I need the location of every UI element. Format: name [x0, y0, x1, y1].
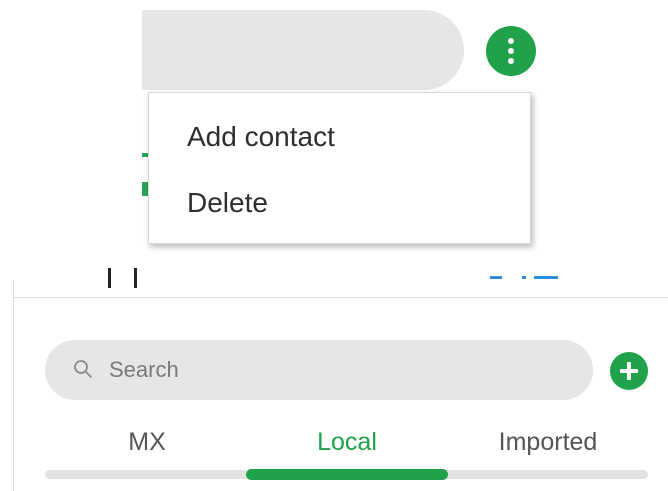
search-icon	[74, 360, 92, 378]
clipped-link-fragment	[490, 276, 570, 288]
add-contact-button[interactable]	[610, 352, 648, 390]
more-dot-icon	[508, 48, 514, 54]
more-dot-icon	[508, 38, 514, 44]
more-dot-icon	[508, 58, 514, 64]
menu-item-add-contact[interactable]: Add contact	[187, 121, 335, 153]
contacts-screen: Add contact Delete MX Local Imported	[0, 0, 668, 491]
header-field[interactable]	[142, 10, 464, 90]
search-input[interactable]	[109, 340, 569, 400]
active-tab-indicator	[246, 469, 448, 480]
divider	[14, 297, 668, 298]
menu-item-delete[interactable]: Delete	[187, 187, 268, 219]
tab-mx[interactable]: MX	[128, 428, 166, 457]
tab-local[interactable]: Local	[317, 428, 377, 457]
more-options-button[interactable]	[486, 26, 536, 76]
tab-imported[interactable]: Imported	[499, 428, 598, 457]
clipped-text-fragment	[108, 268, 138, 288]
search-bar[interactable]	[45, 340, 593, 400]
context-menu: Add contact Delete	[148, 92, 531, 244]
